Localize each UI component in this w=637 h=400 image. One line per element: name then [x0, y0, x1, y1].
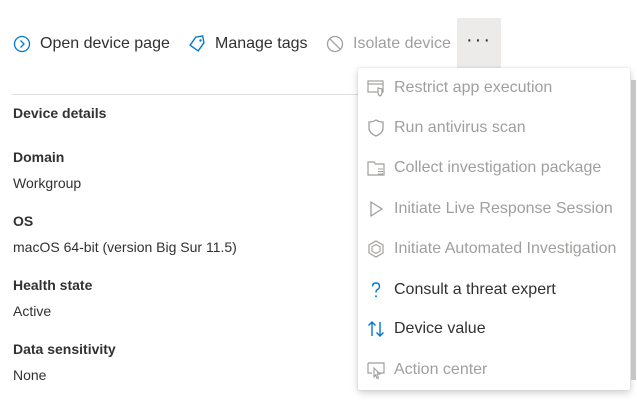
action-center-icon: [366, 360, 386, 380]
field-label: Data sensitivity: [13, 341, 116, 357]
open-device-page-label: Open device page: [40, 35, 170, 52]
open-device-page-button[interactable]: Open device page: [12, 18, 170, 70]
play-icon: [366, 199, 386, 219]
sort-arrows-icon: [366, 319, 386, 339]
field-value: None: [13, 367, 47, 383]
os-field: OS macOS 64-bit (version Big Sur 11.5): [13, 213, 353, 255]
menu-item-label: Initiate Automated Investigation: [394, 240, 617, 257]
menu-item-label: Device value: [394, 320, 486, 337]
menu-item-run-antivirus-scan[interactable]: Run antivirus scan: [358, 108, 630, 148]
manage-tags-button[interactable]: Manage tags: [187, 18, 308, 70]
isolate-device-button[interactable]: Isolate device: [325, 18, 451, 70]
manage-tags-label: Manage tags: [215, 35, 308, 52]
health-state-field: Health state Active: [13, 277, 353, 319]
menu-item-initiate-automated-investigation[interactable]: Initiate Automated Investigation: [358, 229, 630, 269]
ellipsis-icon: ···: [466, 29, 492, 51]
menu-item-label: Collect investigation package: [394, 159, 602, 176]
field-value: Active: [13, 303, 52, 319]
menu-item-consult-threat-expert[interactable]: Consult a threat expert: [358, 270, 630, 310]
block-icon: [325, 34, 345, 54]
menu-item-collect-investigation-package[interactable]: Collect investigation package: [358, 148, 630, 188]
menu-item-label: Action center: [394, 361, 488, 378]
field-label: Health state: [13, 277, 93, 293]
command-bar: Open device page Manage tags Isolate dev…: [0, 18, 637, 70]
restrict-app-icon: [366, 78, 386, 98]
field-label: Domain: [13, 149, 65, 165]
menu-item-label: Restrict app execution: [394, 79, 553, 96]
more-actions-button[interactable]: ···: [457, 18, 501, 70]
field-label: OS: [13, 213, 34, 229]
tag-icon: [187, 34, 207, 54]
device-details-title: Device details: [13, 105, 107, 121]
menu-item-device-value[interactable]: Device value: [358, 309, 630, 349]
hexagon-icon: [366, 239, 386, 259]
isolate-device-label: Isolate device: [353, 35, 451, 52]
menu-item-label: Initiate Live Response Session: [394, 200, 613, 217]
domain-field: Domain Workgroup: [13, 149, 353, 191]
chevron-circle-right-icon: [12, 34, 32, 54]
menu-item-restrict-app-execution[interactable]: Restrict app execution: [358, 68, 630, 108]
scrollbar[interactable]: [630, 80, 637, 380]
device-details-panel: Device details Domain Workgroup OS macOS…: [13, 105, 353, 383]
more-actions-menu: Restrict app execution Run antivirus sca…: [358, 68, 630, 390]
data-sensitivity-field: Data sensitivity None: [13, 341, 353, 383]
menu-item-label: Run antivirus scan: [394, 119, 526, 136]
question-icon: [366, 280, 386, 300]
menu-item-action-center[interactable]: Action center: [358, 350, 630, 390]
field-value: macOS 64-bit (version Big Sur 11.5): [13, 239, 237, 255]
folder-package-icon: [366, 158, 386, 178]
divider: [12, 94, 362, 95]
menu-item-initiate-live-response[interactable]: Initiate Live Response Session: [358, 189, 630, 229]
scrollbar-thumb[interactable]: [631, 80, 636, 380]
field-value: Workgroup: [13, 175, 82, 191]
shield-icon: [366, 118, 386, 138]
menu-item-label: Consult a threat expert: [394, 281, 556, 298]
